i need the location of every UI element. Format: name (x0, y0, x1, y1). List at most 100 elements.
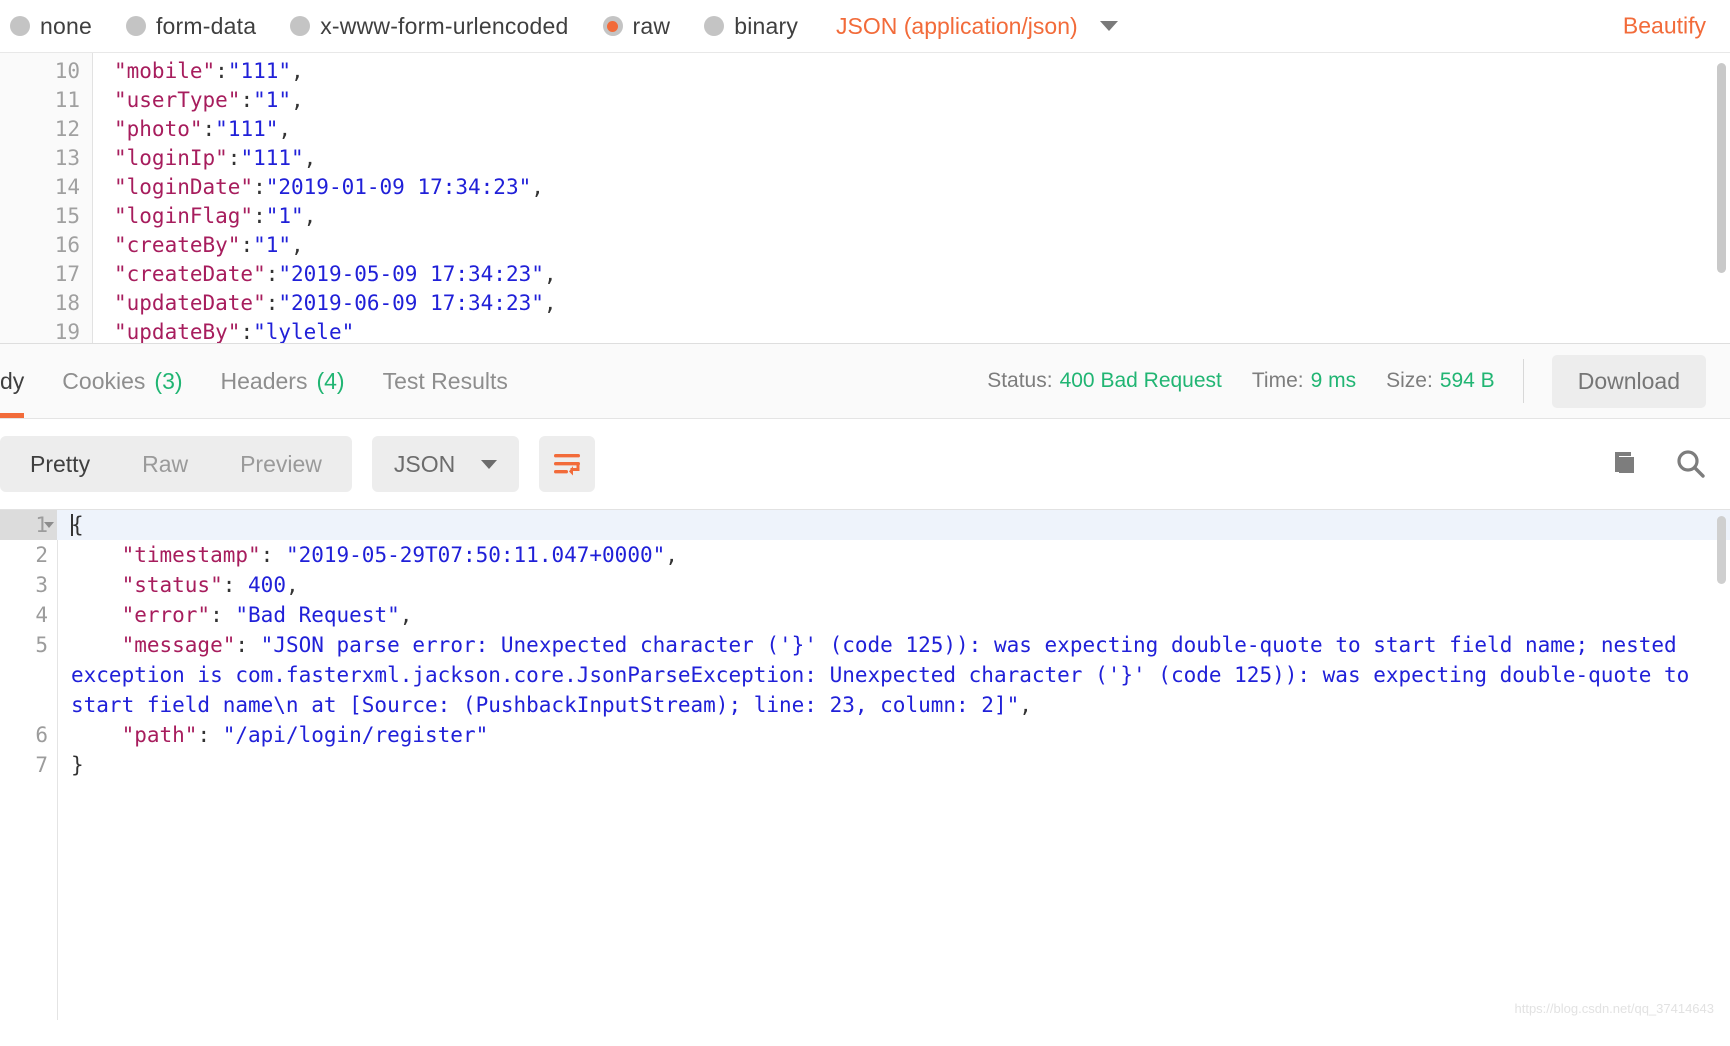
response-code-line[interactable]: 2 "timestamp": "2019-05-29T07:50:11.047+… (0, 540, 1730, 570)
response-code-line[interactable]: 7} (0, 750, 1730, 780)
line-number: 5 (35, 633, 48, 657)
body-type-radio-none[interactable]: none (10, 13, 92, 40)
response-view-mode-group[interactable]: Pretty Raw Preview (0, 436, 352, 492)
radio-dot-icon (125, 16, 146, 36)
status-label: Status: (987, 369, 1053, 392)
code-text: "timestamp": "2019-05-29T07:50:11.047+00… (121, 543, 678, 567)
download-button[interactable]: Download (1551, 354, 1706, 408)
tab-count: (3) (154, 367, 183, 394)
word-wrap-icon (554, 454, 581, 476)
response-code-lines[interactable]: 1{2 "timestamp": "2019-05-29T07:50:11.04… (0, 510, 1730, 780)
response-code-line[interactable]: 5 "message": "JSON parse error: Unexpect… (0, 630, 1730, 720)
body-type-label: raw (632, 12, 671, 39)
response-body-editor[interactable]: 1{2 "timestamp": "2019-05-29T07:50:11.04… (0, 509, 1730, 1020)
line-number: 18 (54, 291, 80, 315)
code-text: "path": "/api/login/register" (121, 723, 489, 747)
response-view-toolbar: Pretty Raw Preview JSON (0, 419, 1730, 509)
fold-toggle-icon[interactable] (44, 522, 54, 528)
time-label: Time: (1251, 369, 1304, 392)
code-text: "loginIp":"111", (114, 146, 317, 170)
request-code-lines[interactable]: 10 "mobile":"111", 11 "userType":"1", 12 "pho… (0, 53, 1730, 343)
word-wrap-toggle[interactable] (539, 436, 596, 492)
beautify-button[interactable]: Beautify (1623, 13, 1706, 40)
tab-label: Cookies (62, 367, 146, 394)
view-mode-pretty[interactable]: Pretty (4, 436, 116, 492)
code-text: "updateDate":"2019-06-09 17:34:23", (114, 291, 557, 315)
body-type-radio-binary[interactable]: binary (704, 13, 798, 40)
code-text: "message": "JSON parse error: Unexpected… (71, 633, 1702, 717)
body-type-radio-raw[interactable]: raw (602, 12, 671, 40)
code-text: { (71, 513, 84, 537)
line-number: 16 (54, 233, 80, 257)
response-tab-cookies[interactable]: Cookies (3) (62, 344, 182, 418)
request-code-line[interactable]: 10 "mobile":"111", (0, 57, 1730, 86)
response-editor-scrollbar[interactable] (1717, 516, 1726, 584)
tab-label: dy (0, 367, 25, 394)
response-tabs[interactable]: dy Cookies (3) Headers (4) Test Results (0, 344, 546, 418)
line-number: 4 (35, 603, 48, 627)
tab-label: Test Results (382, 367, 508, 394)
response-tab-test-results[interactable]: Test Results (383, 344, 508, 418)
tab-label: Headers (220, 367, 308, 394)
status-stat: Status: 400 Bad Request (987, 369, 1222, 393)
request-code-line[interactable]: 17 "createDate":"2019-05-09 17:34:23", (0, 260, 1730, 289)
size-stat: Size: 594 B (1386, 369, 1495, 393)
line-number: 11 (54, 88, 80, 112)
response-status-group: Status: 400 Bad Request Time: 9 ms Size: 59… (987, 354, 1706, 408)
request-code-line[interactable]: 16 "createBy":"1", (0, 231, 1730, 260)
watermark: https://blog.csdn.net/qq_37414643 (1514, 1001, 1715, 1016)
body-type-radio-form-data[interactable]: form-data (125, 12, 257, 40)
code-text: "updateBy":"lylele" (114, 320, 355, 343)
line-number: 3 (35, 573, 48, 597)
body-type-label: x-www-form-urlencoded (320, 12, 569, 39)
radio-dot-icon (10, 16, 30, 36)
response-code-line[interactable]: 3 "status": 400, (0, 570, 1730, 600)
line-number: 15 (54, 204, 80, 228)
line-number: 10 (54, 59, 80, 83)
request-code-line[interactable]: 15 "loginFlag":"1", (0, 202, 1730, 231)
content-type-dropdown[interactable]: JSON (application/json) (836, 13, 1118, 40)
request-code-line[interactable]: 13 "loginIp":"111", (0, 144, 1730, 173)
request-code-line[interactable]: 14 "loginDate":"2019-01-09 17:34:23", (0, 173, 1730, 202)
tab-count: (4) (316, 367, 345, 394)
response-tab-headers[interactable]: Headers (4) (221, 344, 345, 418)
response-code-line[interactable]: 1{ (0, 510, 1730, 540)
line-number: 14 (54, 175, 80, 199)
line-number: 12 (54, 117, 80, 141)
status-value: 400 Bad Request (1059, 369, 1222, 392)
request-code-line[interactable]: 12 "photo":"111", (0, 115, 1730, 144)
response-format-dropdown[interactable]: JSON (371, 436, 520, 492)
response-code-line[interactable]: 6 "path": "/api/login/register" (0, 720, 1730, 750)
size-value: 594 B (1439, 369, 1495, 392)
copy-button[interactable] (1608, 448, 1640, 480)
line-number: 19 (54, 320, 80, 343)
request-code-line[interactable]: 18 "updateDate":"2019-06-09 17:34:23", (0, 289, 1730, 318)
body-type-label: none (40, 12, 92, 39)
response-code-line[interactable]: 4 "error": "Bad Request", (0, 600, 1730, 630)
code-text: "userType":"1", (114, 88, 304, 112)
body-type-radio-x-www-form-urlencoded[interactable]: x-www-form-urlencoded (290, 13, 568, 40)
code-text: } (71, 753, 84, 777)
search-button[interactable] (1674, 447, 1708, 481)
view-mode-preview[interactable]: Preview (214, 436, 348, 492)
view-mode-raw[interactable]: Raw (116, 436, 214, 492)
code-text: "loginDate":"2019-01-09 17:34:23", (114, 175, 544, 199)
request-editor-scrollbar[interactable] (1717, 63, 1726, 273)
radio-dot-icon (602, 16, 623, 36)
body-type-label: form-data (155, 12, 257, 39)
request-body-type-bar: none form-data x-www-form-urlencoded raw bin… (0, 0, 1730, 52)
copy-icon (1615, 452, 1634, 473)
code-text: "error": "Bad Request", (121, 603, 413, 627)
search-icon (1677, 450, 1705, 478)
request-code-line[interactable]: 11 "userType":"1", (0, 86, 1730, 115)
response-tab-dy[interactable]: dy (0, 344, 25, 418)
chevron-down-icon (1099, 21, 1118, 31)
vertical-divider (1522, 359, 1524, 403)
code-text: "createDate":"2019-05-09 17:34:23", (114, 262, 557, 286)
request-code-line[interactable]: 19 "updateBy":"lylele" (0, 318, 1730, 343)
request-body-editor[interactable]: 10 "mobile":"111", 11 "userType":"1", 12 "pho… (0, 52, 1730, 343)
time-stat: Time: 9 ms (1252, 369, 1356, 393)
response-meta-bar: dy Cookies (3) Headers (4) Test Results Statu… (0, 343, 1730, 419)
chevron-down-icon (481, 459, 498, 469)
time-value: 9 ms (1310, 369, 1357, 392)
